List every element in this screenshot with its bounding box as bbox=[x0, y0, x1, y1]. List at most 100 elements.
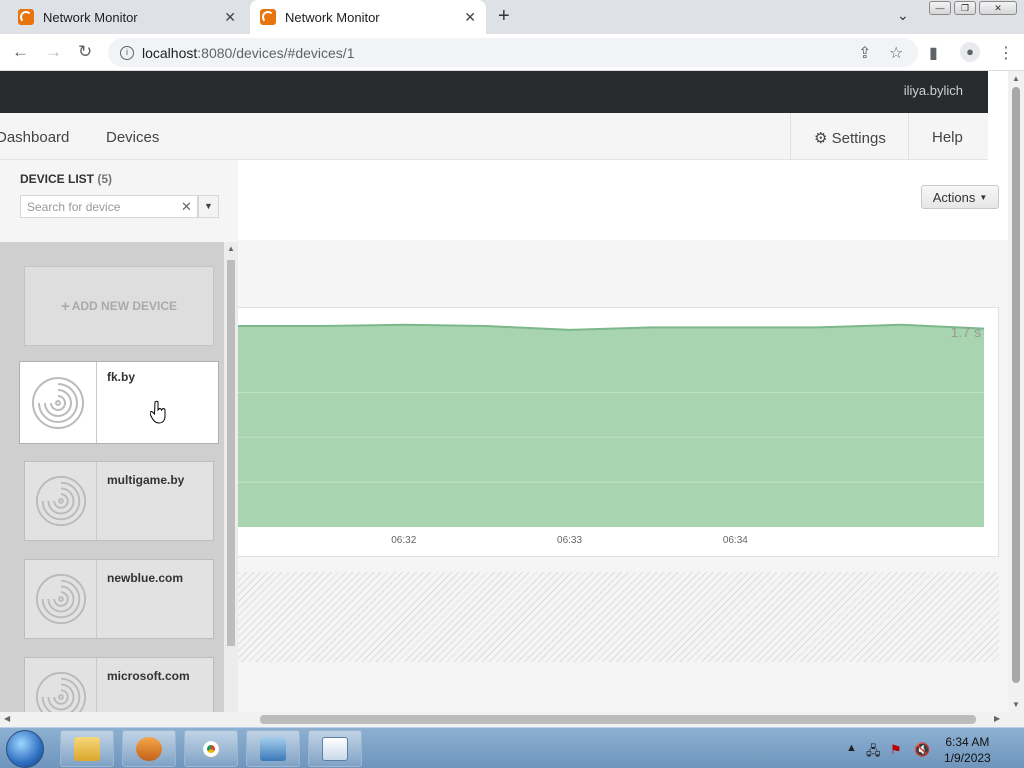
clear-search-icon[interactable]: ✕ bbox=[181, 199, 192, 215]
radar-icon bbox=[35, 671, 86, 712]
area-chart: 06:32 06:33 06:34 1.7 s bbox=[238, 323, 985, 546]
radar-icon bbox=[35, 573, 86, 625]
folder-icon bbox=[74, 736, 100, 761]
radar-icon-wrap bbox=[25, 462, 97, 540]
user-avatar[interactable]: iliya.bylich bbox=[904, 83, 963, 98]
media-player-taskbar-button[interactable] bbox=[122, 730, 176, 767]
url-path: :8080/devices/#devices/1 bbox=[197, 44, 355, 61]
nav-settings-label: Settings bbox=[831, 130, 886, 147]
tab-title: Network Monitor bbox=[43, 9, 138, 25]
tray-expand-icon[interactable]: ▲ bbox=[846, 742, 857, 754]
gear-icon: ⚙ bbox=[814, 130, 828, 147]
caret-down-icon: ▼ bbox=[979, 192, 988, 202]
add-new-device-button[interactable]: + ADD NEW DEVICE bbox=[24, 266, 214, 346]
nav-divider bbox=[908, 113, 909, 160]
volume-muted-icon[interactable]: 🔇 bbox=[914, 742, 930, 758]
device-name: microsoft.com bbox=[107, 669, 190, 683]
page-scrollbar[interactable]: ▲ ▼ bbox=[1008, 71, 1024, 712]
sidebar-scroll-thumb[interactable] bbox=[227, 260, 235, 646]
main-content: Actions ▼ 06:32 06:33 06:34 1.7 s bbox=[238, 160, 1008, 712]
nav-settings[interactable]: ⚙ Settings bbox=[814, 129, 886, 147]
action-center-icon[interactable]: ⚑ bbox=[890, 742, 902, 758]
tab-title: Network Monitor bbox=[285, 9, 380, 25]
device-card[interactable]: microsoft.com bbox=[24, 657, 214, 712]
network-icon[interactable]: 🖧 bbox=[866, 742, 881, 764]
chrome-icon bbox=[196, 734, 226, 764]
sidebar-scrollbar[interactable]: ▲ bbox=[224, 242, 238, 712]
radar-icon bbox=[35, 475, 86, 527]
radar-icon-wrap bbox=[20, 362, 97, 443]
browser-tab-strip: Network Monitor ✕ Network Monitor ✕ + ⌄ … bbox=[0, 0, 1024, 34]
favicon-icon bbox=[18, 9, 34, 25]
scroll-up-icon[interactable]: ▲ bbox=[1012, 74, 1020, 83]
horizontal-scroll-thumb[interactable] bbox=[260, 715, 976, 724]
nav-dashboard[interactable]: Dashboard bbox=[0, 129, 69, 146]
info-icon[interactable]: i bbox=[120, 45, 134, 60]
app-header: iliya.bylich bbox=[0, 71, 988, 113]
profile-icon[interactable]: ● bbox=[960, 42, 980, 62]
browser-toolbar: ← → ↻ i localhost:8080/devices/#devices/… bbox=[0, 34, 1024, 71]
nav-devices[interactable]: Devices bbox=[106, 129, 159, 146]
scroll-right-icon[interactable]: ▶ bbox=[994, 714, 1000, 723]
scroll-up-icon[interactable]: ▲ bbox=[227, 244, 235, 253]
bookmark-star-icon[interactable]: ☆ bbox=[889, 43, 903, 63]
add-new-device-label: ADD NEW DEVICE bbox=[71, 299, 178, 313]
device-count: (5) bbox=[97, 172, 113, 186]
device-list-label: DEVICE LIST bbox=[20, 172, 95, 186]
app-nav: Dashboard Devices ⚙ Settings Help bbox=[0, 113, 988, 160]
new-tab-icon[interactable]: + bbox=[498, 5, 510, 28]
forward-icon[interactable]: → bbox=[45, 42, 62, 62]
media-player-icon bbox=[136, 736, 162, 761]
control-panel-taskbar-button[interactable] bbox=[246, 730, 300, 767]
page-scroll-thumb[interactable] bbox=[1012, 87, 1020, 683]
chevron-down-icon[interactable]: ⌄ bbox=[897, 7, 909, 24]
radar-icon bbox=[32, 376, 84, 429]
explorer-taskbar-button[interactable] bbox=[60, 730, 114, 767]
horizontal-scrollbar[interactable]: ◀ ▶ bbox=[0, 712, 1024, 727]
hatched-placeholder bbox=[238, 572, 999, 662]
chart-y-max-label: 1.7 s bbox=[951, 324, 981, 340]
device-search-input[interactable] bbox=[20, 195, 198, 218]
close-tab-icon[interactable]: ✕ bbox=[464, 9, 476, 26]
close-window-icon[interactable]: ✕ bbox=[979, 1, 1017, 15]
device-sidebar: DEVICE LIST (5) ✕ ▼ + ADD NEW DEVICE fk.… bbox=[0, 160, 238, 712]
address-bar[interactable]: i localhost:8080/devices/#devices/1 bbox=[108, 38, 918, 67]
clock-date: 1/9/2023 bbox=[944, 751, 991, 765]
search-dropdown-button[interactable]: ▼ bbox=[198, 195, 219, 218]
device-name: multigame.by bbox=[107, 473, 185, 487]
nav-divider bbox=[790, 113, 791, 160]
start-button[interactable] bbox=[6, 730, 44, 768]
device-card[interactable]: multigame.by bbox=[24, 461, 214, 541]
response-time-chart: 06:32 06:33 06:34 1.7 s bbox=[238, 307, 999, 557]
reload-icon[interactable]: ↻ bbox=[78, 42, 92, 62]
menu-kebab-icon[interactable]: ⋮ bbox=[998, 43, 1014, 63]
side-panel-icon[interactable]: ▮ bbox=[929, 43, 938, 63]
device-list: + ADD NEW DEVICE fk.by multigame.by newb… bbox=[0, 242, 224, 712]
chart-x-tick-label: 06:32 bbox=[391, 535, 416, 546]
minimize-icon[interactable]: — bbox=[929, 1, 951, 15]
chrome-taskbar-button[interactable] bbox=[184, 730, 238, 767]
url-host: localhost bbox=[142, 44, 198, 61]
scroll-down-icon[interactable]: ▼ bbox=[1012, 700, 1020, 709]
actions-dropdown-button[interactable]: Actions ▼ bbox=[921, 185, 999, 209]
back-icon[interactable]: ← bbox=[12, 42, 29, 62]
browser-tab[interactable]: Network Monitor ✕ bbox=[8, 0, 246, 34]
browser-tab-active[interactable]: Network Monitor ✕ bbox=[250, 0, 486, 34]
text-editor-taskbar-button[interactable] bbox=[308, 730, 362, 767]
actions-label: Actions bbox=[932, 189, 976, 205]
share-icon[interactable]: ⇪ bbox=[858, 43, 871, 63]
windows-taskbar: ▲ 🖧 ⚑ 🔇 6:34 AM 1/9/2023 bbox=[0, 727, 1024, 768]
nav-help[interactable]: Help bbox=[932, 129, 963, 146]
taskbar-clock[interactable]: 6:34 AM 1/9/2023 bbox=[944, 734, 991, 766]
control-panel-icon bbox=[260, 736, 286, 761]
restore-icon[interactable]: ❐ bbox=[954, 1, 976, 15]
clock-time: 6:34 AM bbox=[945, 735, 990, 749]
radar-icon-wrap bbox=[25, 658, 97, 712]
device-card[interactable]: fk.by bbox=[19, 361, 219, 444]
close-tab-icon[interactable]: ✕ bbox=[224, 9, 236, 26]
device-list-title: DEVICE LIST (5) bbox=[20, 172, 112, 186]
scroll-left-icon[interactable]: ◀ bbox=[4, 714, 10, 723]
device-card[interactable]: newblue.com bbox=[24, 559, 214, 639]
plus-icon: + bbox=[60, 297, 70, 315]
chart-x-tick-label: 06:34 bbox=[723, 535, 748, 546]
